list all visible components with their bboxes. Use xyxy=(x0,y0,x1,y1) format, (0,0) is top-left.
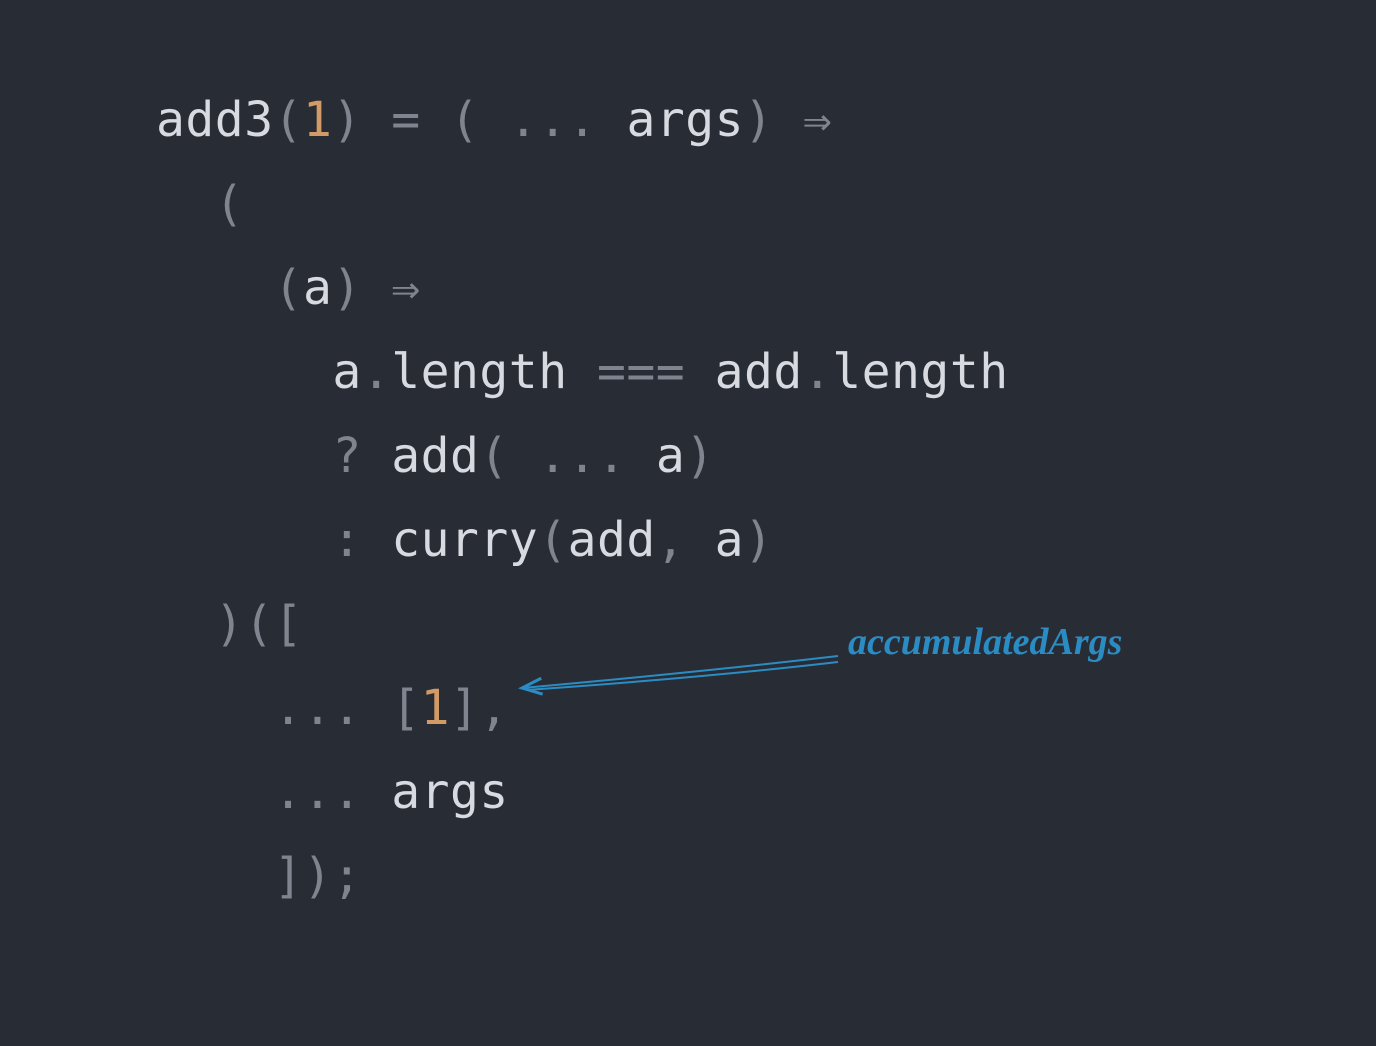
annotation-arrow xyxy=(0,0,1376,1046)
